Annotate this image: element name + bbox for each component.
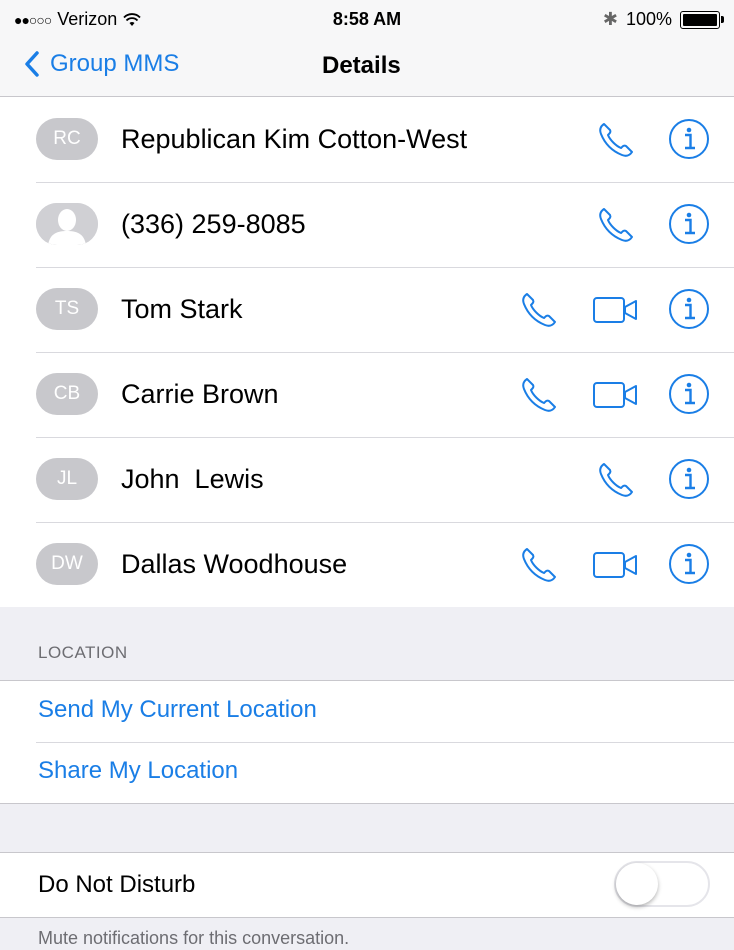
bluetooth-icon: ✱: [602, 9, 618, 29]
avatar: JL: [36, 458, 98, 500]
contact-row[interactable]: RC Republican Kim Cotton-West: [0, 97, 734, 182]
back-button-label: Group MMS: [50, 50, 180, 77]
info-icon[interactable]: [668, 118, 710, 160]
share-location-row[interactable]: Share My Location: [0, 742, 734, 803]
page-title: Details: [322, 52, 401, 79]
info-icon[interactable]: [668, 203, 710, 245]
video-call-icon[interactable]: [592, 375, 640, 415]
contact-row[interactable]: JL John Lewis: [0, 437, 734, 522]
navigation-bar: Group MMS Details: [0, 38, 734, 97]
battery-percent: 100%: [625, 9, 672, 29]
battery-icon: [680, 10, 724, 29]
contact-row[interactable]: CB Carrie Brown: [0, 352, 734, 437]
phone-icon[interactable]: [595, 460, 637, 500]
do-not-disturb-row: Do Not Disturb: [0, 852, 734, 918]
status-right: ✱ 100%: [602, 9, 724, 30]
avatar: [36, 203, 98, 245]
video-call-icon[interactable]: [592, 545, 640, 585]
do-not-disturb-label: Do Not Disturb: [38, 871, 196, 898]
chevron-left-icon: [25, 51, 39, 77]
location-section-header: LOCATION: [38, 643, 128, 662]
video-call-icon[interactable]: [592, 290, 640, 330]
contact-name: Carrie Brown: [121, 379, 279, 409]
send-current-location-link[interactable]: Send My Current Location: [38, 696, 317, 724]
back-button[interactable]: Group MMS: [24, 50, 179, 78]
contact-row[interactable]: DW Dallas Woodhouse: [0, 522, 734, 607]
avatar: DW: [36, 543, 98, 585]
info-icon[interactable]: [668, 543, 710, 585]
phone-icon[interactable]: [518, 375, 560, 415]
phone-icon[interactable]: [595, 120, 637, 160]
info-icon[interactable]: [668, 288, 710, 330]
phone-icon[interactable]: [595, 205, 637, 245]
share-location-link[interactable]: Share My Location: [38, 757, 238, 785]
contact-name: (336) 259-8085: [121, 209, 306, 239]
avatar: CB: [36, 373, 98, 415]
avatar: TS: [36, 288, 98, 330]
contact-name: Republican Kim Cotton-West: [121, 124, 468, 154]
phone-icon[interactable]: [518, 290, 560, 330]
contact-row[interactable]: (336) 259-8085: [0, 182, 734, 267]
status-bar: ●●○○○ Verizon 8:58 AM ✱ 100%: [0, 0, 734, 38]
do-not-disturb-toggle[interactable]: [614, 861, 710, 907]
contact-list: RC Republican Kim Cotton-West (336) 259-80…: [0, 97, 734, 607]
avatar: RC: [36, 118, 98, 160]
contact-name: Tom Stark: [121, 294, 243, 324]
do-not-disturb-footer: Mute notifications for this conversation…: [38, 928, 350, 948]
send-current-location-row[interactable]: Send My Current Location: [0, 681, 734, 742]
info-icon[interactable]: [668, 458, 710, 500]
contact-name: John Lewis: [121, 464, 264, 494]
toggle-knob: [616, 863, 658, 905]
contact-row[interactable]: TS Tom Stark: [0, 267, 734, 352]
info-icon[interactable]: [668, 373, 710, 415]
phone-icon[interactable]: [518, 545, 560, 585]
location-group: Send My Current Location Share My Locati…: [0, 680, 734, 804]
contact-name: Dallas Woodhouse: [121, 549, 348, 579]
